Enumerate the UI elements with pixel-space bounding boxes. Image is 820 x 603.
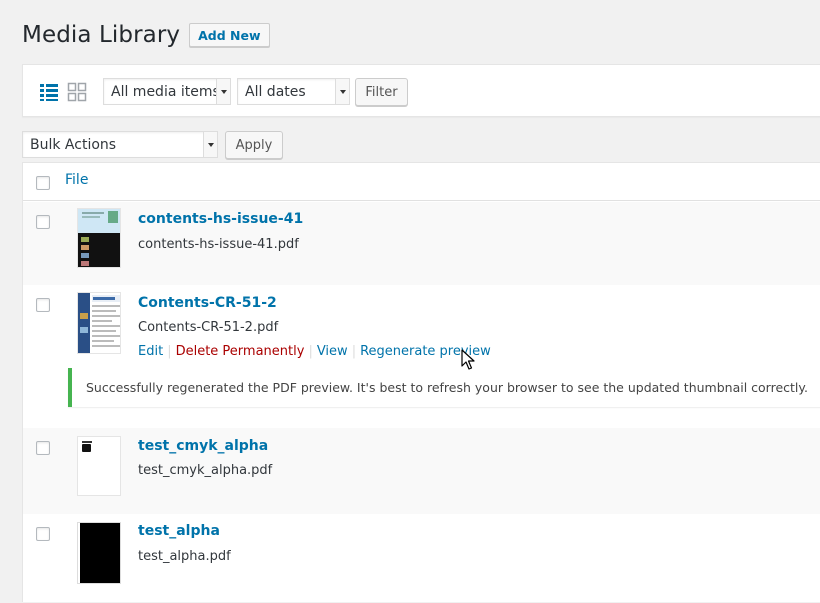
row-checkbox[interactable] <box>36 527 50 541</box>
row-checkbox[interactable] <box>36 215 50 229</box>
mouse-cursor-icon <box>461 349 475 370</box>
success-notice: Successfully regenerated the PDF preview… <box>68 368 820 407</box>
add-new-button[interactable]: Add New <box>189 23 270 47</box>
media-filter-toolbar: All media items All dates Filter <box>22 64 820 117</box>
chevron-down-icon <box>216 79 230 104</box>
media-title-link[interactable]: contents-hs-issue-41 <box>138 211 303 227</box>
apply-button[interactable]: Apply <box>225 131 283 159</box>
row-actions: Edit | Delete Permanently | View | Regen… <box>138 344 491 359</box>
page-title: Media Library <box>22 22 181 48</box>
table-row: test_alpha test_alpha.pdf <box>23 514 820 603</box>
chevron-down-icon <box>335 79 349 104</box>
chevron-down-icon <box>203 132 217 157</box>
row-checkbox[interactable] <box>36 298 50 312</box>
pdf-thumbnail[interactable] <box>77 436 121 496</box>
delete-permanently-link[interactable]: Delete Permanently <box>176 344 305 359</box>
bulk-actions-select[interactable]: Bulk Actions <box>22 131 218 158</box>
page-header: Media Library Add New <box>22 20 270 50</box>
row-checkbox[interactable] <box>36 441 50 455</box>
select-all-checkbox[interactable] <box>36 176 50 190</box>
pdf-thumbnail[interactable] <box>77 522 121 584</box>
view-link[interactable]: View <box>317 344 348 359</box>
media-type-selected: All media items <box>111 83 220 100</box>
separator: | <box>308 344 313 359</box>
table-row: test_cmyk_alpha test_cmyk_alpha.pdf <box>23 428 820 514</box>
media-table: File contents-hs-issue-41 contents-hs-is… <box>22 162 820 602</box>
media-filename: test_cmyk_alpha.pdf <box>138 463 273 478</box>
pdf-thumbnail[interactable] <box>77 292 121 354</box>
separator: | <box>351 344 357 359</box>
edit-link[interactable]: Edit <box>138 344 163 359</box>
list-view-icon[interactable] <box>39 82 59 102</box>
media-title-link[interactable]: test_cmyk_alpha <box>138 438 268 454</box>
media-filename: Contents-CR-51-2.pdf <box>138 320 279 335</box>
separator: | <box>167 344 172 359</box>
column-file-header[interactable]: File <box>65 172 88 188</box>
media-title-link[interactable]: Contents-CR-51-2 <box>138 295 277 311</box>
media-type-select[interactable]: All media items <box>103 78 231 105</box>
grid-view-icon[interactable] <box>67 82 87 102</box>
notice-message: Successfully regenerated the PDF preview… <box>86 380 808 395</box>
media-title-link[interactable]: test_alpha <box>138 523 220 539</box>
media-filename: contents-hs-issue-41.pdf <box>138 237 299 252</box>
date-select[interactable]: All dates <box>237 78 350 105</box>
date-selected: All dates <box>245 83 306 100</box>
pdf-thumbnail[interactable] <box>77 208 121 268</box>
table-header: File <box>23 163 820 201</box>
bulk-actions-selected: Bulk Actions <box>30 136 117 153</box>
media-filename: test_alpha.pdf <box>138 549 231 564</box>
table-row: contents-hs-issue-41 contents-hs-issue-4… <box>23 202 820 285</box>
filter-button[interactable]: Filter <box>355 78 408 106</box>
